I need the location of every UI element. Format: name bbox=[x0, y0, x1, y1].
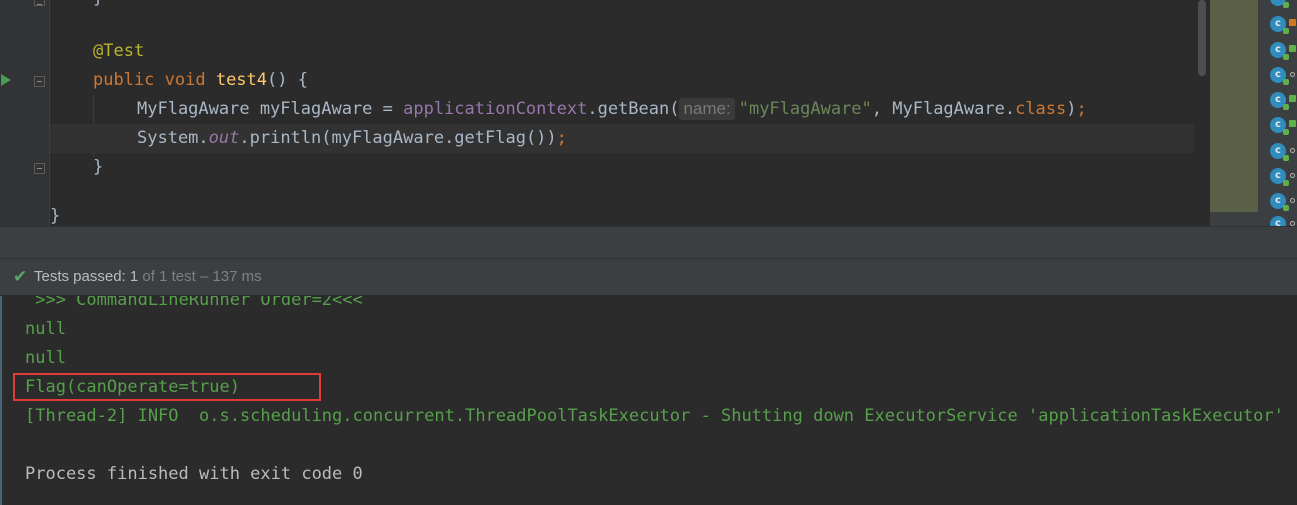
console-line: Process finished with exit code 0 bbox=[25, 464, 363, 484]
code-token: ; bbox=[556, 128, 567, 148]
visibility-icon bbox=[1290, 173, 1295, 178]
code-line[interactable]: } bbox=[50, 153, 1194, 182]
code-editor[interactable]: }@Testpublic void test4() {MyFlagAware m… bbox=[0, 0, 1210, 226]
code-token: applicationContext bbox=[403, 99, 588, 119]
check-icon: ✔ bbox=[13, 267, 28, 287]
run-test-icon[interactable] bbox=[0, 73, 12, 87]
class-icon: c bbox=[1270, 143, 1289, 161]
structure-item[interactable]: c bbox=[1260, 63, 1297, 87]
code-token: .getBean( bbox=[587, 99, 680, 119]
structure-item[interactable]: c bbox=[1260, 164, 1297, 188]
code-line[interactable]: } bbox=[50, 0, 1194, 13]
code-token: out bbox=[208, 128, 240, 148]
code-token: .println(myFlagAware.getFlag()) bbox=[239, 128, 557, 148]
code-token: System. bbox=[137, 128, 209, 148]
visibility-icon bbox=[1290, 72, 1295, 77]
class-icon: c bbox=[1270, 168, 1289, 186]
code-token: MyFlagAware myFlagAware = bbox=[137, 99, 404, 119]
code-token: } bbox=[50, 206, 61, 226]
visibility-icon bbox=[1290, 198, 1295, 203]
code-token: class bbox=[1015, 99, 1067, 119]
lock-icon bbox=[1289, 120, 1296, 127]
structure-item[interactable]: c bbox=[1260, 189, 1297, 213]
class-icon: c bbox=[1270, 0, 1289, 8]
lock-icon bbox=[1289, 19, 1296, 26]
code-line[interactable]: MyFlagAware myFlagAware = applicationCon… bbox=[50, 95, 1194, 124]
console-gutter bbox=[0, 296, 2, 505]
structure-item[interactable]: c bbox=[1260, 38, 1297, 62]
code-token: test4 bbox=[215, 70, 268, 90]
test-status-text: Tests passed: 1 of 1 test – 137 ms bbox=[34, 267, 262, 287]
code-token: @Test bbox=[93, 41, 145, 61]
structure-item[interactable]: c bbox=[1260, 0, 1297, 10]
console-line: >>> CommandLineRunner Order=2<<< bbox=[25, 296, 363, 310]
status-count: 1 bbox=[129, 268, 139, 285]
structure-item[interactable]: c bbox=[1260, 113, 1297, 137]
console-output[interactable]: >>> CommandLineRunner Order=2<<< null null… bbox=[0, 296, 1297, 505]
code-token: public void bbox=[93, 70, 216, 90]
run-toolbar bbox=[0, 226, 1297, 258]
code-token: ) bbox=[1066, 99, 1077, 119]
code-token: } bbox=[93, 0, 103, 8]
code-line[interactable]: System.out.println(myFlagAware.getFlag()… bbox=[50, 124, 1194, 153]
parameter-hint: name: bbox=[679, 98, 735, 120]
console-line: null bbox=[25, 348, 66, 368]
class-icon: c bbox=[1270, 42, 1289, 60]
fold-end-icon[interactable] bbox=[34, 163, 45, 174]
class-icon: c bbox=[1270, 67, 1289, 85]
visibility-icon bbox=[1290, 148, 1295, 153]
code-token: "myFlagAware" bbox=[738, 99, 872, 119]
class-icon: c bbox=[1270, 16, 1289, 34]
class-icon: c bbox=[1270, 92, 1289, 110]
structure-item[interactable]: c bbox=[1260, 139, 1297, 163]
class-icon: c bbox=[1270, 193, 1289, 211]
code-area[interactable]: }@Testpublic void test4() {MyFlagAware m… bbox=[50, 0, 1194, 226]
test-status-bar: ✔ Tests passed: 1 of 1 test – 137 ms bbox=[0, 258, 1297, 296]
structure-item[interactable]: c bbox=[1260, 12, 1297, 36]
structure-stripe bbox=[1210, 0, 1258, 212]
structure-panel[interactable]: cccccccccc bbox=[1210, 0, 1297, 234]
lock-icon bbox=[1289, 45, 1296, 52]
status-detail: of 1 test – 137 ms bbox=[142, 268, 262, 285]
console-line: [Thread-2] INFO o.s.scheduling.concurren… bbox=[25, 406, 1284, 426]
class-icon: c bbox=[1270, 117, 1289, 135]
fold-previous-icon[interactable] bbox=[34, 0, 45, 6]
code-line[interactable]: } bbox=[50, 202, 1194, 226]
lock-icon bbox=[1289, 95, 1296, 102]
code-token: () { bbox=[267, 70, 308, 90]
editor-scrollbar-thumb[interactable] bbox=[1198, 0, 1206, 76]
code-token: , MyFlagAware. bbox=[871, 99, 1016, 119]
code-token: } bbox=[93, 157, 104, 177]
status-label: Tests passed: bbox=[34, 268, 126, 285]
code-token: ; bbox=[1076, 99, 1087, 119]
fold-method-icon[interactable] bbox=[34, 76, 45, 87]
editor-gutter bbox=[0, 0, 50, 226]
code-line[interactable]: @Test bbox=[50, 37, 1194, 66]
structure-item[interactable]: c bbox=[1260, 88, 1297, 112]
code-line[interactable]: public void test4() { bbox=[50, 66, 1194, 95]
console-line: null bbox=[25, 319, 66, 339]
console-line: Flag(canOperate=true) bbox=[25, 377, 240, 397]
